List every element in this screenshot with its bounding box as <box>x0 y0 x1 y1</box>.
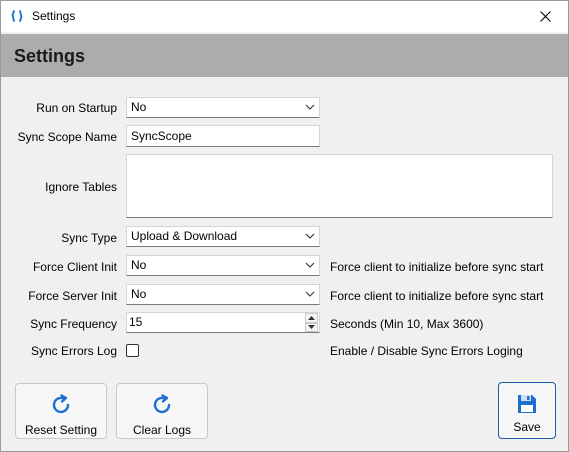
sync-errors-log-label: Sync Errors Log <box>30 344 117 358</box>
sync-scope-name-label: Sync Scope Name <box>17 130 117 144</box>
settings-header: Settings <box>1 34 568 77</box>
sync-type-label: Sync Type <box>61 231 117 245</box>
force-client-init-value: No <box>131 258 147 272</box>
run-on-startup-value: No <box>131 100 147 114</box>
reset-setting-label: Reset Setting <box>24 423 98 437</box>
close-icon <box>539 11 551 22</box>
title-bar: Settings <box>1 1 568 32</box>
run-on-startup-select[interactable]: No <box>126 97 320 118</box>
chevron-down-icon <box>305 291 315 297</box>
reset-setting-button[interactable]: Reset Setting <box>15 383 107 439</box>
force-server-init-hint: Force client to initialize before sync s… <box>330 289 544 303</box>
page-title: Settings <box>14 46 86 66</box>
save-label: Save <box>513 420 541 434</box>
chevron-down-icon <box>305 262 315 268</box>
force-server-init-select[interactable]: No <box>126 284 320 305</box>
floppy-disk-icon <box>518 395 536 413</box>
sync-app-icon <box>11 10 23 22</box>
sync-frequency-value: 15 <box>129 315 143 329</box>
chevron-down-icon <box>305 233 315 239</box>
caret-up-icon <box>308 315 315 320</box>
stepper-up-button[interactable] <box>305 313 318 323</box>
clear-logs-label: Clear Logs <box>132 423 192 437</box>
force-client-init-label: Force Client Init <box>32 260 117 274</box>
ignore-tables-textarea[interactable] <box>126 154 553 218</box>
sync-errors-log-checkbox[interactable] <box>126 344 139 357</box>
refresh-icon <box>52 394 70 414</box>
sync-type-select[interactable]: Upload & Download <box>126 226 320 247</box>
sync-type-value: Upload & Download <box>131 229 238 243</box>
sync-errors-log-hint: Enable / Disable Sync Errors Loging <box>330 344 523 358</box>
settings-window: Settings Settings Run on Startup No Sync… <box>0 0 569 452</box>
chevron-down-icon <box>305 104 315 110</box>
window-title: Settings <box>32 9 76 23</box>
ignore-tables-label: Ignore Tables <box>45 180 117 194</box>
refresh-icon <box>153 394 171 414</box>
stepper-down-button[interactable] <box>305 322 318 332</box>
caret-down-icon <box>308 325 315 330</box>
sync-frequency-label: Sync Frequency <box>30 317 117 331</box>
stepper-arrows <box>305 313 318 332</box>
force-server-init-value: No <box>131 287 147 301</box>
sync-scope-name-value: SyncScope <box>131 129 192 143</box>
clear-logs-button[interactable]: Clear Logs <box>116 383 208 439</box>
sync-frequency-hint: Seconds (Min 10, Max 3600) <box>330 317 484 331</box>
close-button[interactable] <box>522 1 568 32</box>
force-server-init-label: Force Server Init <box>28 289 117 303</box>
force-client-init-select[interactable]: No <box>126 255 320 276</box>
run-on-startup-label: Run on Startup <box>36 101 117 115</box>
force-client-init-hint: Force client to initialize before sync s… <box>330 260 544 274</box>
save-button[interactable]: Save <box>498 382 556 439</box>
sync-frequency-stepper[interactable]: 15 <box>126 312 320 333</box>
sync-scope-name-input[interactable]: SyncScope <box>126 125 320 147</box>
